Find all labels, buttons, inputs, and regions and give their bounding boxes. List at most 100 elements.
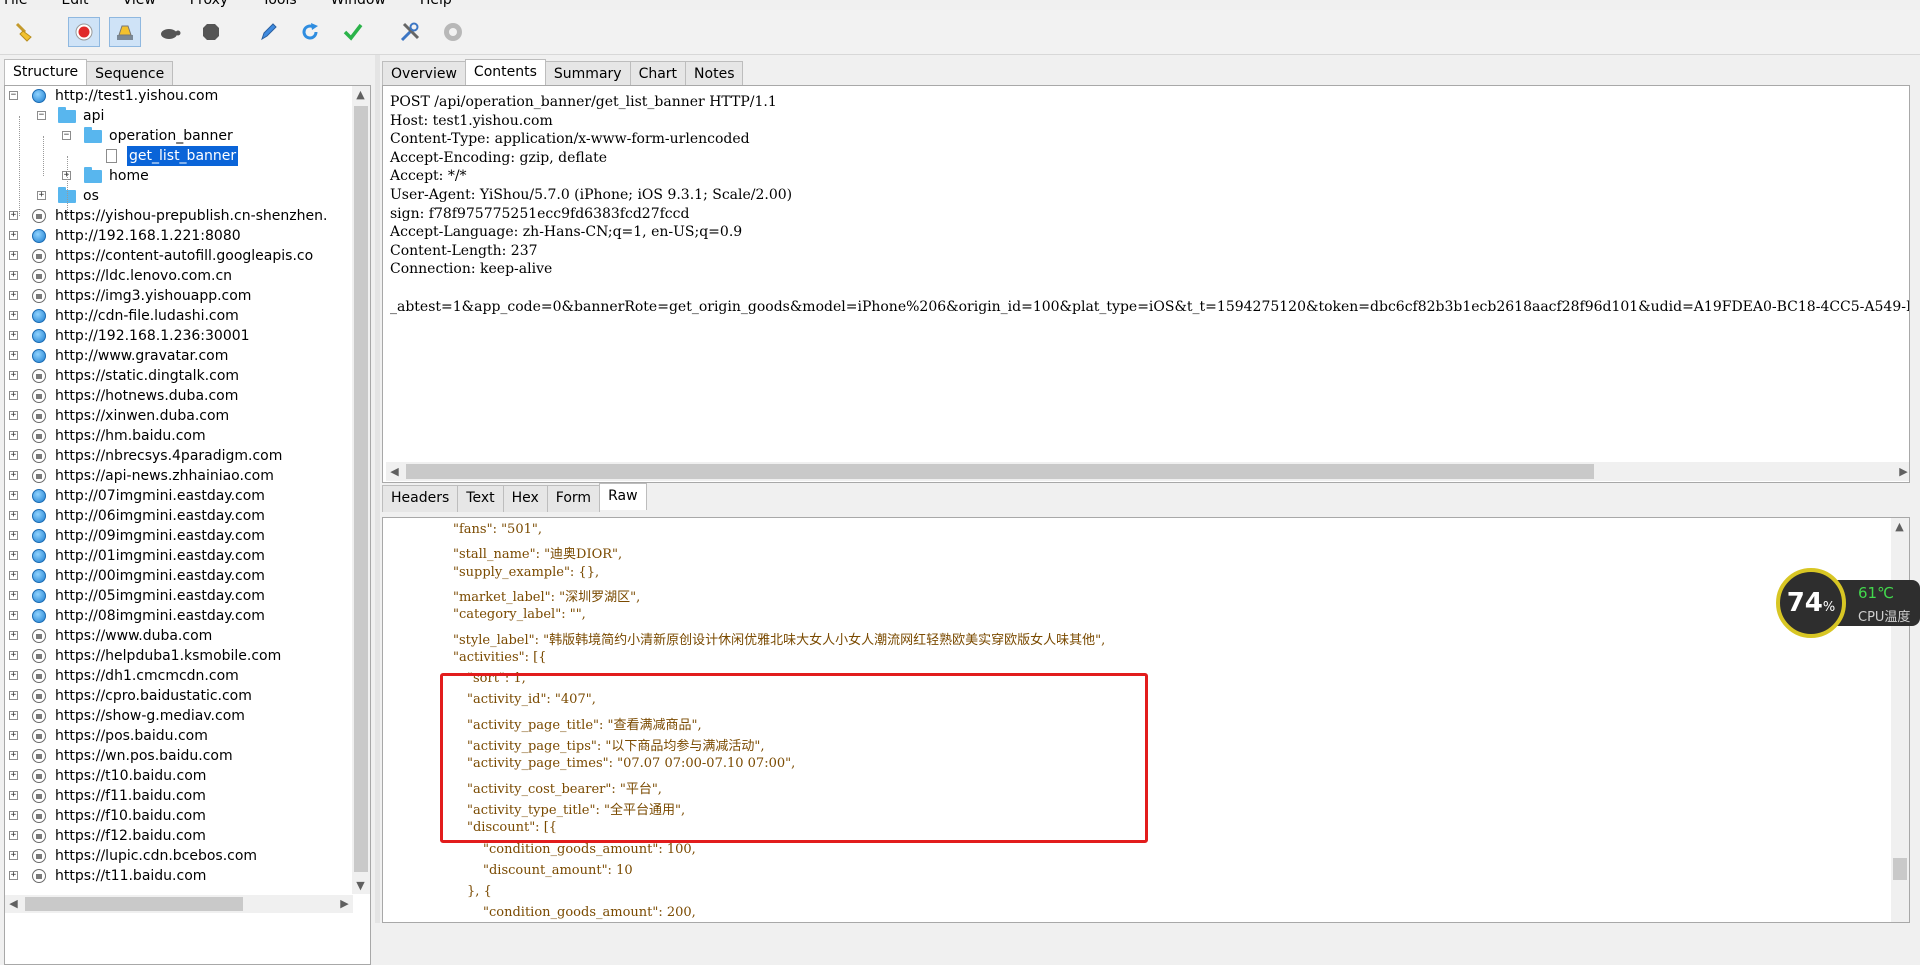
tree-row[interactable]: + https://static.dingtalk.com [5, 366, 353, 386]
expand-icon[interactable]: + [9, 791, 18, 800]
tree-horizontal-scrollbar[interactable]: ◀ ▶ [5, 895, 353, 913]
pen-button[interactable] [252, 17, 284, 47]
tree-row[interactable]: + https://www.duba.com [5, 626, 353, 646]
scroll-up-arrow-icon[interactable]: ▲ [352, 86, 369, 103]
expand-icon[interactable]: + [9, 251, 18, 260]
scroll-up-arrow-icon[interactable]: ▲ [1891, 518, 1908, 535]
tree-row[interactable]: + https://f11.baidu.com [5, 786, 353, 806]
tree-row[interactable]: get_list_banner [5, 146, 353, 166]
expand-icon[interactable]: + [9, 571, 18, 580]
collapse-icon[interactable]: − [37, 111, 46, 120]
menu-item[interactable]: Tools [262, 0, 297, 8]
expand-icon[interactable]: + [9, 431, 18, 440]
tree-row[interactable]: + https://f10.baidu.com [5, 806, 353, 826]
cpu-temperature-widget[interactable]: 61℃ CPU温度 74% [1776, 568, 1920, 640]
scroll-right-arrow-icon[interactable]: ▶ [1895, 463, 1909, 480]
tree-row[interactable]: + https://pos.baidu.com [5, 726, 353, 746]
request-hscroll-thumb[interactable] [406, 464, 1594, 479]
tab-structure[interactable]: Structure [4, 59, 88, 86]
tree-row[interactable]: + https://ldc.lenovo.com.cn [5, 266, 353, 286]
menu-item[interactable]: Edit [61, 0, 88, 8]
expand-icon[interactable]: + [9, 291, 18, 300]
expand-icon[interactable]: + [9, 731, 18, 740]
tab-contents[interactable]: Contents [464, 59, 546, 86]
request-horizontal-scrollbar[interactable]: ◀ ▶ [386, 462, 1909, 481]
tree-row[interactable]: + http://09imgmini.eastday.com [5, 526, 353, 546]
tree-row[interactable]: − operation_banner [5, 126, 353, 146]
expand-icon[interactable]: + [9, 491, 18, 500]
tree-row[interactable]: + http://192.168.1.221:8080 [5, 226, 353, 246]
expand-icon[interactable]: + [9, 551, 18, 560]
expand-icon[interactable]: + [37, 191, 46, 200]
expand-icon[interactable]: + [9, 811, 18, 820]
tab-overview[interactable]: Overview [382, 61, 466, 88]
tree-row[interactable]: + https://f12.baidu.com [5, 826, 353, 846]
broom-button[interactable] [8, 17, 40, 47]
expand-icon[interactable]: + [9, 471, 18, 480]
expand-icon[interactable]: + [9, 631, 18, 640]
scroll-right-arrow-icon[interactable]: ▶ [336, 895, 353, 912]
tree-row[interactable]: + https://nbrecsys.4paradigm.com [5, 446, 353, 466]
expand-icon[interactable]: + [9, 751, 18, 760]
validate-button[interactable] [337, 17, 369, 47]
tab-summary[interactable]: Summary [544, 61, 631, 88]
tree-row[interactable]: + https://wn.pos.baidu.com [5, 746, 353, 766]
tab-text[interactable]: Text [457, 485, 504, 512]
collapse-icon[interactable]: − [62, 131, 71, 140]
expand-icon[interactable]: + [9, 311, 18, 320]
expand-icon[interactable]: + [9, 711, 18, 720]
menu-item[interactable]: Proxy [190, 0, 228, 8]
tab-chart[interactable]: Chart [629, 61, 687, 88]
tree-row[interactable]: + https://show-g.mediav.com [5, 706, 353, 726]
menu-item[interactable]: File [4, 0, 27, 8]
tree-row[interactable]: + https://hotnews.duba.com [5, 386, 353, 406]
response-scroll-thumb[interactable] [1893, 858, 1907, 880]
tab-headers[interactable]: Headers [382, 485, 459, 512]
menu-item[interactable]: Help [420, 0, 452, 8]
expand-icon[interactable]: + [9, 531, 18, 540]
tree-row[interactable]: + home [5, 166, 353, 186]
tree-row[interactable]: + os [5, 186, 353, 206]
record-button[interactable] [68, 17, 100, 47]
tree-row[interactable]: + http://05imgmini.eastday.com [5, 586, 353, 606]
collapse-icon[interactable]: − [9, 91, 18, 100]
tree-row[interactable]: + https://xinwen.duba.com [5, 406, 353, 426]
tree-row[interactable]: + https://api-news.zhhainiao.com [5, 466, 353, 486]
expand-icon[interactable]: + [9, 411, 18, 420]
turtle-button[interactable] [153, 17, 185, 47]
scroll-down-arrow-icon[interactable]: ▼ [352, 877, 369, 894]
tools-button[interactable] [394, 17, 426, 47]
tree-row[interactable]: + https://helpduba1.ksmobile.com [5, 646, 353, 666]
expand-icon[interactable]: + [9, 231, 18, 240]
tree-row[interactable]: + https://t10.baidu.com [5, 766, 353, 786]
expand-icon[interactable]: + [9, 371, 18, 380]
tree-row[interactable]: − api [5, 106, 353, 126]
expand-icon[interactable]: + [9, 331, 18, 340]
tab-notes[interactable]: Notes [685, 61, 744, 88]
tree-row[interactable]: + http://cdn-file.ludashi.com [5, 306, 353, 326]
tree-row[interactable]: − http://test1.yishou.com [5, 86, 353, 106]
tree-row[interactable]: + https://lupic.cdn.bcebos.com [5, 846, 353, 866]
tree-row[interactable]: + http://07imgmini.eastday.com [5, 486, 353, 506]
expand-icon[interactable]: + [9, 691, 18, 700]
tree-scroll-thumb[interactable] [354, 106, 368, 872]
tree-row[interactable]: + https://img3.yishouapp.com [5, 286, 353, 306]
tree-row[interactable]: + https://t11.baidu.com [5, 866, 353, 886]
tab-sequence[interactable]: Sequence [86, 61, 174, 88]
expand-icon[interactable]: + [9, 391, 18, 400]
menu-item[interactable]: Window [331, 0, 386, 8]
throttle-button[interactable] [109, 17, 141, 47]
menu-item[interactable]: View [123, 0, 156, 8]
expand-icon[interactable]: + [9, 851, 18, 860]
tab-raw[interactable]: Raw [599, 483, 647, 510]
refresh-button[interactable] [294, 17, 326, 47]
stop-button[interactable] [195, 17, 227, 47]
tree-hscroll-thumb[interactable] [25, 897, 243, 911]
tree-row[interactable]: + http://192.168.1.236:30001 [5, 326, 353, 346]
expand-icon[interactable]: + [9, 611, 18, 620]
scroll-left-arrow-icon[interactable]: ◀ [386, 463, 403, 480]
expand-icon[interactable]: + [9, 651, 18, 660]
expand-icon[interactable]: + [9, 271, 18, 280]
expand-icon[interactable]: + [9, 511, 18, 520]
tree-vertical-scrollbar[interactable]: ▲ ▼ [352, 86, 370, 894]
